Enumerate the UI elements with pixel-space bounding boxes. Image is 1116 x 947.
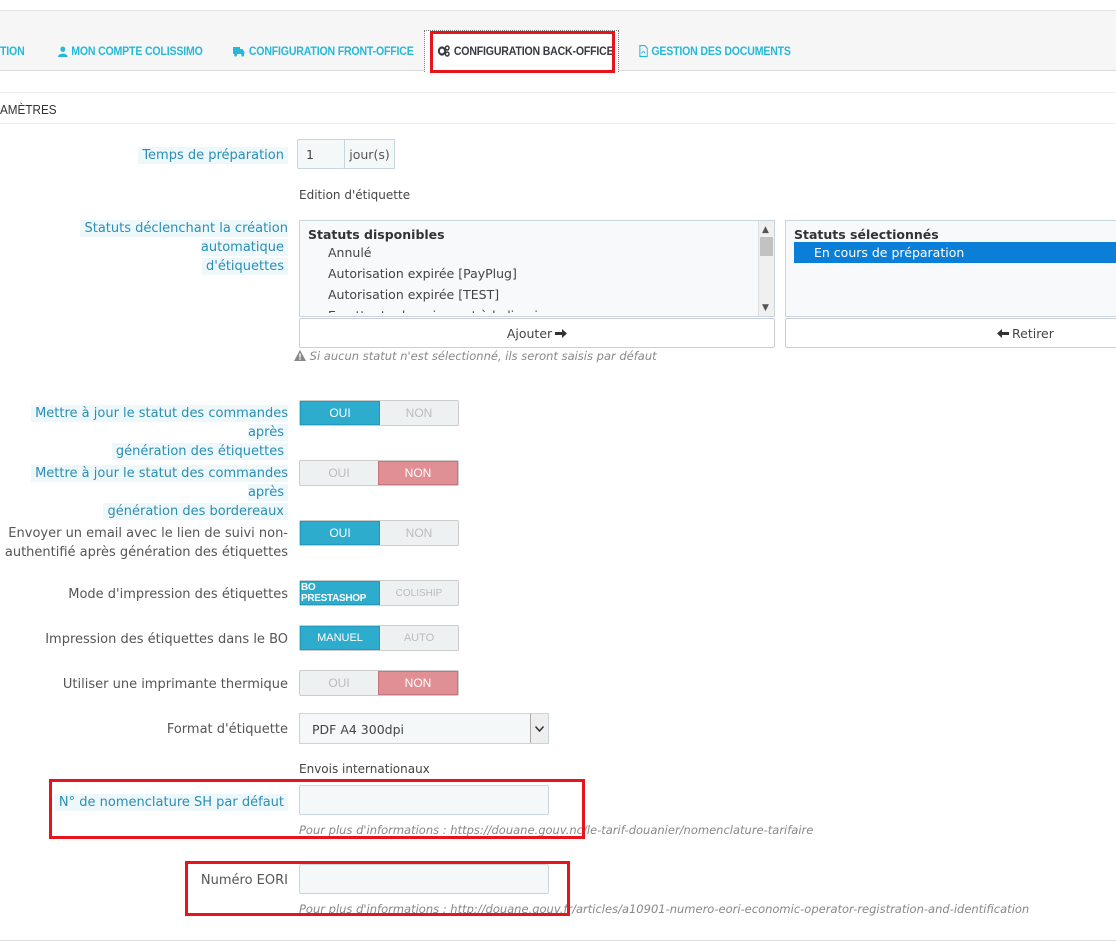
update-status-bordereaux-label: Mettre à jour le statut des commandes ap… <box>0 464 288 521</box>
update-status-labels-label: Mettre à jour le statut des commandes ap… <box>0 404 288 461</box>
remove-status-button[interactable]: Retirer <box>785 318 1116 348</box>
switch-off[interactable]: NON <box>378 671 458 695</box>
print-mode-switch[interactable]: BO PRESTASHOP COLISHIP <box>299 580 459 606</box>
switch-off[interactable]: AUTO <box>380 626 458 650</box>
prep-time-unit: jour(s) <box>344 139 395 169</box>
list-item[interactable]: En cours de préparation <box>794 242 1116 263</box>
update-status-bordereaux-switch[interactable]: OUI NON <box>299 460 459 486</box>
switch-on[interactable]: OUI <box>300 671 378 695</box>
warning-icon <box>294 350 306 361</box>
switch-off[interactable]: COLISHIP <box>380 581 458 605</box>
available-statuses-list[interactable]: Statuts disponibles Annulé Autorisation … <box>299 220 775 317</box>
tab-mon-compte-colissimo[interactable]: MON COMPTE COLISSIMO <box>58 21 203 81</box>
selected-statuses-list[interactable]: Statuts sélectionnés En cours de prépara… <box>785 220 1116 317</box>
user-icon <box>58 45 68 57</box>
switch-on[interactable]: OUI <box>300 401 380 425</box>
list-item[interactable]: Autorisation expirée [TEST] <box>300 284 774 305</box>
arrow-right-icon <box>555 328 568 338</box>
divider <box>0 940 1116 941</box>
send-email-label: Envoyer un email avec le lien de suivi n… <box>4 526 288 560</box>
update-status-labels-switch[interactable]: OUI NON <box>299 400 459 426</box>
switch-off[interactable]: NON <box>380 521 458 545</box>
scroll-up-icon[interactable]: ▲ <box>762 225 769 235</box>
send-email-switch[interactable]: OUI NON <box>299 520 459 546</box>
tab-configuration[interactable]: TION <box>0 21 25 81</box>
label-format-label: Format d'étiquette <box>166 722 288 737</box>
list-item[interactable]: En attente de paiement à la livraison <box>300 305 774 313</box>
list-item[interactable]: Autorisation expirée [PayPlug] <box>300 263 774 284</box>
print-mode-label: Mode d'impression des étiquettes <box>68 587 288 602</box>
highlight-box-tab <box>430 31 615 73</box>
switch-on[interactable]: OUI <box>300 521 380 545</box>
section-title-edition: Edition d'étiquette <box>299 188 411 202</box>
arrow-left-icon <box>997 328 1009 338</box>
scroll-thumb[interactable] <box>760 237 773 256</box>
bo-print-switch[interactable]: MANUEL AUTO <box>299 625 459 651</box>
switch-off[interactable]: NON <box>378 461 458 485</box>
label-format-select[interactable]: PDF A4 300dpi <box>299 713 549 744</box>
tab-configuration-front-office[interactable]: CONFIGURATION FRONT-OFFICE <box>233 21 414 81</box>
scroll-down-icon[interactable]: ▼ <box>762 303 769 313</box>
statuses-label: Statuts déclenchant la création automati… <box>0 219 288 276</box>
panel-heading: AMÈTRES <box>0 92 1116 124</box>
switch-on[interactable]: OUI <box>300 461 378 485</box>
tab-gestion-des-documents[interactable]: GESTION DES DOCUMENTS <box>639 21 791 81</box>
chevron-down-icon[interactable] <box>530 714 548 743</box>
prep-time-input[interactable]: 1 <box>297 139 345 169</box>
section-title-international: Envois internationaux <box>299 762 430 776</box>
thermal-printer-label: Utiliser une imprimante thermique <box>62 677 288 692</box>
switch-on[interactable]: MANUEL <box>300 626 380 650</box>
list-item[interactable]: Annulé <box>300 242 774 263</box>
truck-icon <box>233 46 245 57</box>
highlight-box-sh <box>49 779 585 839</box>
prep-time-label: Temps de préparation <box>138 146 288 165</box>
scrollbar[interactable]: ▲ ▼ <box>758 221 774 316</box>
file-pdf-icon <box>639 45 648 57</box>
available-statuses-title: Statuts disponibles <box>308 227 445 242</box>
bo-print-label: Impression des étiquettes dans le BO <box>45 632 288 647</box>
highlight-box-eori <box>185 861 570 916</box>
add-status-button[interactable]: Ajouter <box>299 318 775 348</box>
switch-off[interactable]: NON <box>380 401 458 425</box>
selected-statuses-title: Statuts sélectionnés <box>794 227 939 242</box>
panel-title: AMÈTRES <box>0 102 57 117</box>
statuses-help: Si aucun statut n'est sélectionné, ils s… <box>294 349 657 363</box>
switch-on[interactable]: BO PRESTASHOP <box>300 581 380 605</box>
thermal-printer-switch[interactable]: OUI NON <box>299 670 459 696</box>
